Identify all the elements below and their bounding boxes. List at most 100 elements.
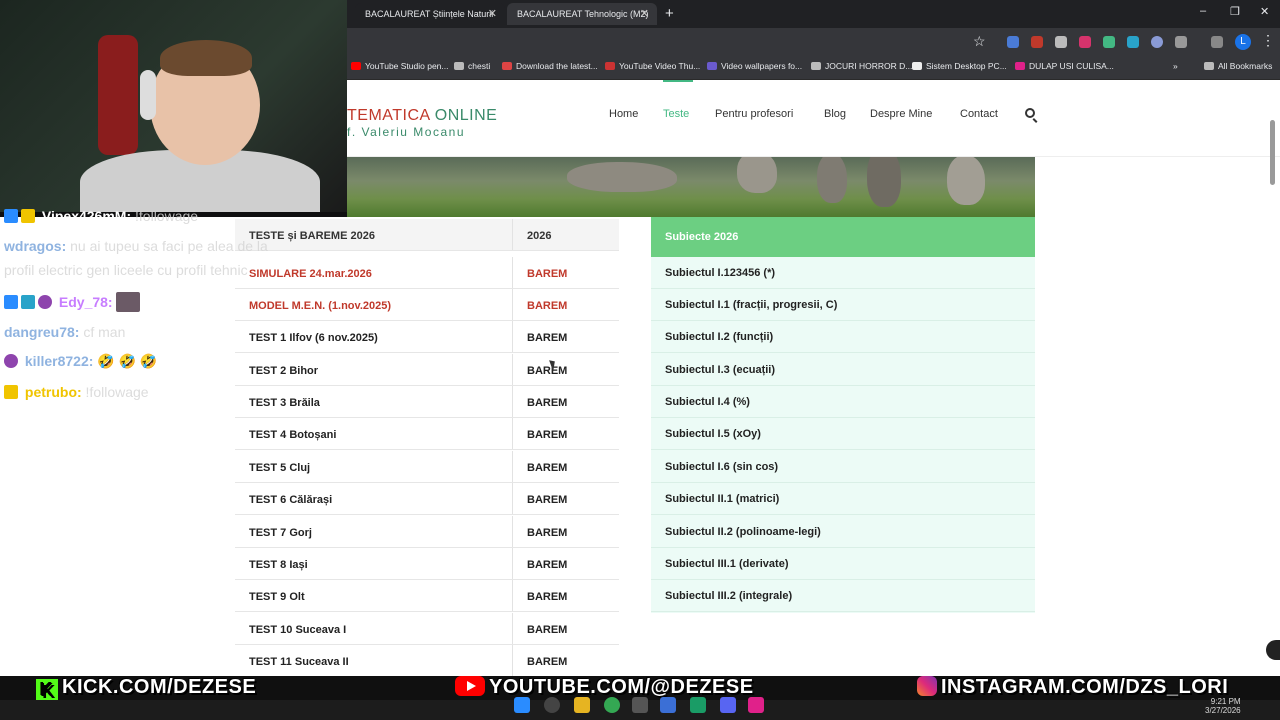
search-icon[interactable] [1025,108,1035,118]
search-icon[interactable] [544,697,560,713]
barem-link[interactable]: BAREM [527,559,567,571]
subject-item[interactable]: Subiectul I.2 (funcții) [651,321,1035,353]
system-clock[interactable]: 9:21 PM 3/27/2026 [1205,697,1241,715]
extension-icon[interactable] [1151,36,1163,48]
chevron-right-icon[interactable]: » [1173,61,1178,71]
test-link[interactable]: TEST 3 Brăila [249,397,320,409]
windows-start-icon[interactable] [514,697,530,713]
barem-link[interactable]: BAREM [527,429,567,441]
subject-item[interactable]: Subiectul I.5 (xOy) [651,418,1035,450]
tiktok-icon[interactable] [748,697,764,713]
extension-icon[interactable] [1127,36,1139,48]
tab-tehnologic[interactable]: BACALAUREAT Tehnologic (M2) ✕ [507,3,657,25]
test-link[interactable]: TEST 8 Iași [249,559,308,571]
barem-link[interactable]: BAREM [527,494,567,506]
menu-kebab-icon[interactable]: ⋮ [1261,32,1275,49]
barem-link[interactable]: BAREM [527,300,567,312]
column-divider [512,257,513,288]
nav-blog[interactable]: Blog [824,108,846,120]
tab-stiintele-naturii[interactable]: BACALAUREAT Științele Naturii ✕ [355,3,505,25]
badge-icon [4,354,18,368]
extension-icon[interactable] [1055,36,1067,48]
all-bookmarks[interactable]: All Bookmarks [1204,61,1272,71]
column-divider [512,386,513,417]
nav-teste[interactable]: Teste [663,108,689,120]
subject-item[interactable]: Subiectul I.6 (sin cos) [651,451,1035,483]
bookmark-item[interactable]: JOCURI HORROR D... [811,61,912,71]
shield-icon[interactable] [1103,36,1115,48]
close-tab-icon[interactable]: ✕ [640,7,649,20]
barem-link[interactable]: BAREM [527,624,567,636]
extension-icon[interactable] [1079,36,1091,48]
subject-label: Subiectul I.4 (%) [665,396,750,408]
app-icon[interactable] [660,697,676,713]
puzzle-icon[interactable] [1175,36,1187,48]
test-link[interactable]: TEST 2 Bihor [249,365,318,377]
maximize-button[interactable]: ❐ [1230,5,1240,18]
barem-link[interactable]: BAREM [527,365,567,377]
address-bar[interactable]: ☆ L ⋮ [347,28,1280,56]
new-tab-button[interactable]: + [665,5,674,22]
nav-home[interactable]: Home [609,108,638,120]
subject-item[interactable]: Subiectul I.4 (%) [651,386,1035,418]
bookmark-item[interactable]: Sistem Desktop PC... [912,61,1007,71]
subject-item[interactable]: Subiectul II.1 (matrici) [651,483,1035,515]
minimize-button[interactable]: – [1200,5,1206,17]
folder-icon [1204,62,1214,70]
test-link[interactable]: TEST 9 Olt [249,591,305,603]
bookmark-item[interactable]: YouTube Video Thu... [605,61,700,71]
bookmark-item[interactable]: chesti [454,61,490,71]
barem-link[interactable]: BAREM [527,268,567,280]
bookmark-item[interactable]: Video wallpapers fo... [707,61,802,71]
test-link[interactable]: TEST 4 Botoșani [249,429,336,441]
subject-item[interactable]: Subiectul I.3 (ecuații) [651,354,1035,386]
app-icon[interactable] [690,697,706,713]
extension-icon[interactable] [1031,36,1043,48]
bookmark-label: Video wallpapers fo... [721,61,803,71]
site-logo[interactable]: TEMATICA ONLINE [347,107,497,125]
logo-text-b: ONLINE [434,107,498,124]
test-link[interactable]: TEST 1 Ilfov (6 nov.2025) [249,332,378,344]
app-icon[interactable] [632,697,648,713]
discord-icon[interactable] [720,697,736,713]
barem-link[interactable]: BAREM [527,397,567,409]
test-link[interactable]: TEST 11 Suceava II [249,656,349,668]
test-link[interactable]: TEST 5 Cluj [249,462,310,474]
nav-despre-mine[interactable]: Despre Mine [870,108,932,120]
bookmark-item[interactable]: DULAP USI CULISA... [1015,61,1114,71]
test-link[interactable]: TEST 7 Gorj [249,527,312,539]
barem-link[interactable]: BAREM [527,332,567,344]
subject-item[interactable]: Subiectul III.1 (derivate) [651,548,1035,580]
subject-item[interactable]: Subiectul III.2 (integrale) [651,580,1035,612]
side-panel-toggle[interactable] [1266,640,1280,660]
badge-icon [4,295,18,309]
test-link[interactable]: TEST 6 Călărași [249,494,332,506]
barem-link[interactable]: BAREM [527,656,567,668]
barem-link[interactable]: BAREM [527,527,567,539]
test-link[interactable]: SIMULARE 24.mar.2026 [249,268,372,280]
chrome-icon[interactable] [604,697,620,713]
extension-icon[interactable] [1007,36,1019,48]
barem-link[interactable]: BAREM [527,462,567,474]
subject-item[interactable]: Subiectul II.2 (polinoame-legi) [651,516,1035,548]
bookmark-item[interactable]: Download the latest... [502,61,598,71]
reading-list-icon[interactable] [1211,36,1223,48]
profile-avatar[interactable]: L [1235,34,1251,50]
close-tab-icon[interactable]: ✕ [488,7,497,20]
nav-contact[interactable]: Contact [960,108,998,120]
bookmark-item[interactable]: YouTube Studio pen... [351,61,449,71]
barem-link[interactable]: BAREM [527,591,567,603]
close-window-button[interactable]: ✕ [1260,5,1269,18]
chat-text: cf man [83,324,126,340]
test-link[interactable]: MODEL M.E.N. (1.nov.2025) [249,300,391,312]
test-link[interactable]: TEST 10 Suceava I [249,624,346,636]
download-icon [502,62,512,70]
active-nav-indicator [663,80,693,82]
file-explorer-icon[interactable] [574,697,590,713]
subject-item[interactable]: Subiectul I.123456 (*) [651,257,1035,289]
page-scrollbar[interactable] [1270,120,1275,185]
subject-item[interactable]: Subiectul I.1 (fracții, progresii, C) [651,289,1035,321]
nav-pentru-profesori[interactable]: Pentru profesori [715,108,793,120]
subject-label: Subiectul I.5 (xOy) [665,428,761,440]
bookmark-star-icon[interactable]: ☆ [973,33,986,50]
